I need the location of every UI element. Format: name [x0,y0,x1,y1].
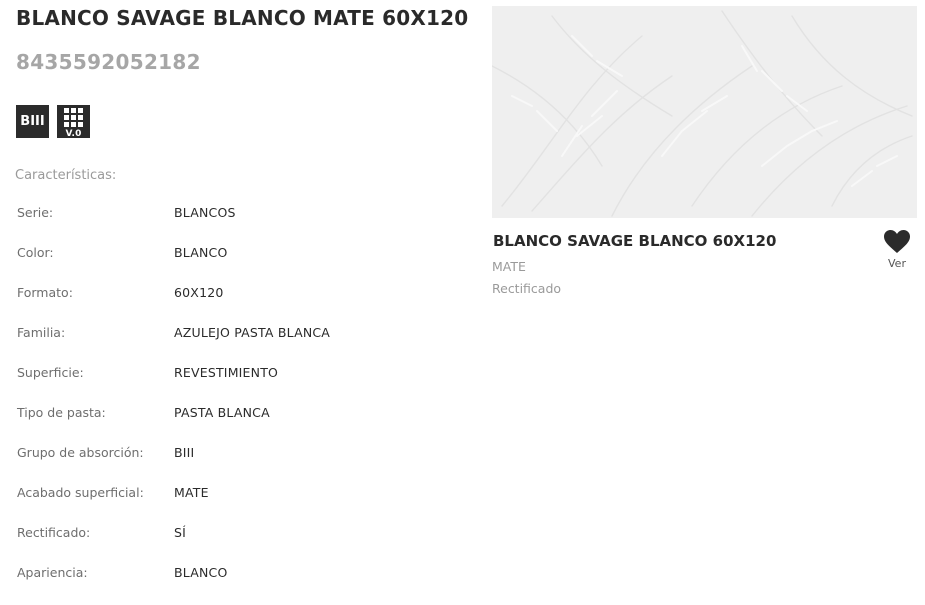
spec-row-rectificado: Rectificado: SÍ [17,525,330,565]
spec-label: Apariencia: [17,565,88,580]
card-finish: MATE [492,259,526,274]
absorption-badge: BIII [16,105,49,138]
spec-label: Serie: [17,205,54,220]
spec-value: BLANCO [174,245,228,260]
product-image[interactable] [492,6,917,218]
spec-value: MATE [174,485,209,500]
spec-row-apariencia: Apariencia: BLANCO [17,565,330,605]
spec-value: 60X120 [174,285,224,300]
spec-label: Rectificado: [17,525,91,540]
spec-label: Grupo de absorción: [17,445,144,460]
favorite-label: Ver [888,257,906,270]
spec-value: AZULEJO PASTA BLANCA [174,325,331,340]
version-badge: V.0 [57,105,90,139]
spec-label: Acabado superficial: [17,485,144,500]
grid-icon [64,107,83,127]
version-badge-label: V.0 [65,128,82,139]
spec-list: Serie: BLANCOS Color: BLANCO Formato: 60… [17,205,330,605]
heart-icon [884,230,910,253]
product-title: BLANCO SAVAGE BLANCO MATE 60X120 [16,6,469,30]
spec-value: REVESTIMIENTO [174,365,279,380]
spec-row-color: Color: BLANCO [17,245,330,285]
badges: BIII V.0 [16,105,90,139]
spec-row-tipo-pasta: Tipo de pasta: PASTA BLANCA [17,405,330,445]
characteristics-heading: Características: [15,168,117,183]
leaf-texture-pattern [492,6,917,218]
spec-row-familia: Familia: AZULEJO PASTA BLANCA [17,325,330,365]
spec-value: BLANCO [174,565,228,580]
spec-label: Superficie: [17,365,84,380]
spec-label: Familia: [17,325,66,340]
spec-row-serie: Serie: BLANCOS [17,205,330,245]
absorption-badge-label: BIII [20,114,45,129]
spec-label: Tipo de pasta: [17,405,106,420]
spec-row-superficie: Superficie: REVESTIMIENTO [17,365,330,405]
card-rectified: Rectificado [492,281,562,296]
spec-value: BLANCOS [174,205,236,220]
spec-row-formato: Formato: 60X120 [17,285,330,325]
spec-label: Formato: [17,285,73,300]
spec-value: SÍ [174,525,187,540]
spec-value: PASTA BLANCA [174,405,270,420]
product-ean: 8435592052182 [16,50,201,74]
spec-value: BIII [174,445,195,460]
spec-label: Color: [17,245,54,260]
favorite-button[interactable]: Ver [881,230,913,270]
spec-row-grupo-absorcion: Grupo de absorción: BIII [17,445,330,485]
spec-row-acabado: Acabado superficial: MATE [17,485,330,525]
card-title[interactable]: BLANCO SAVAGE BLANCO 60X120 [493,232,776,250]
